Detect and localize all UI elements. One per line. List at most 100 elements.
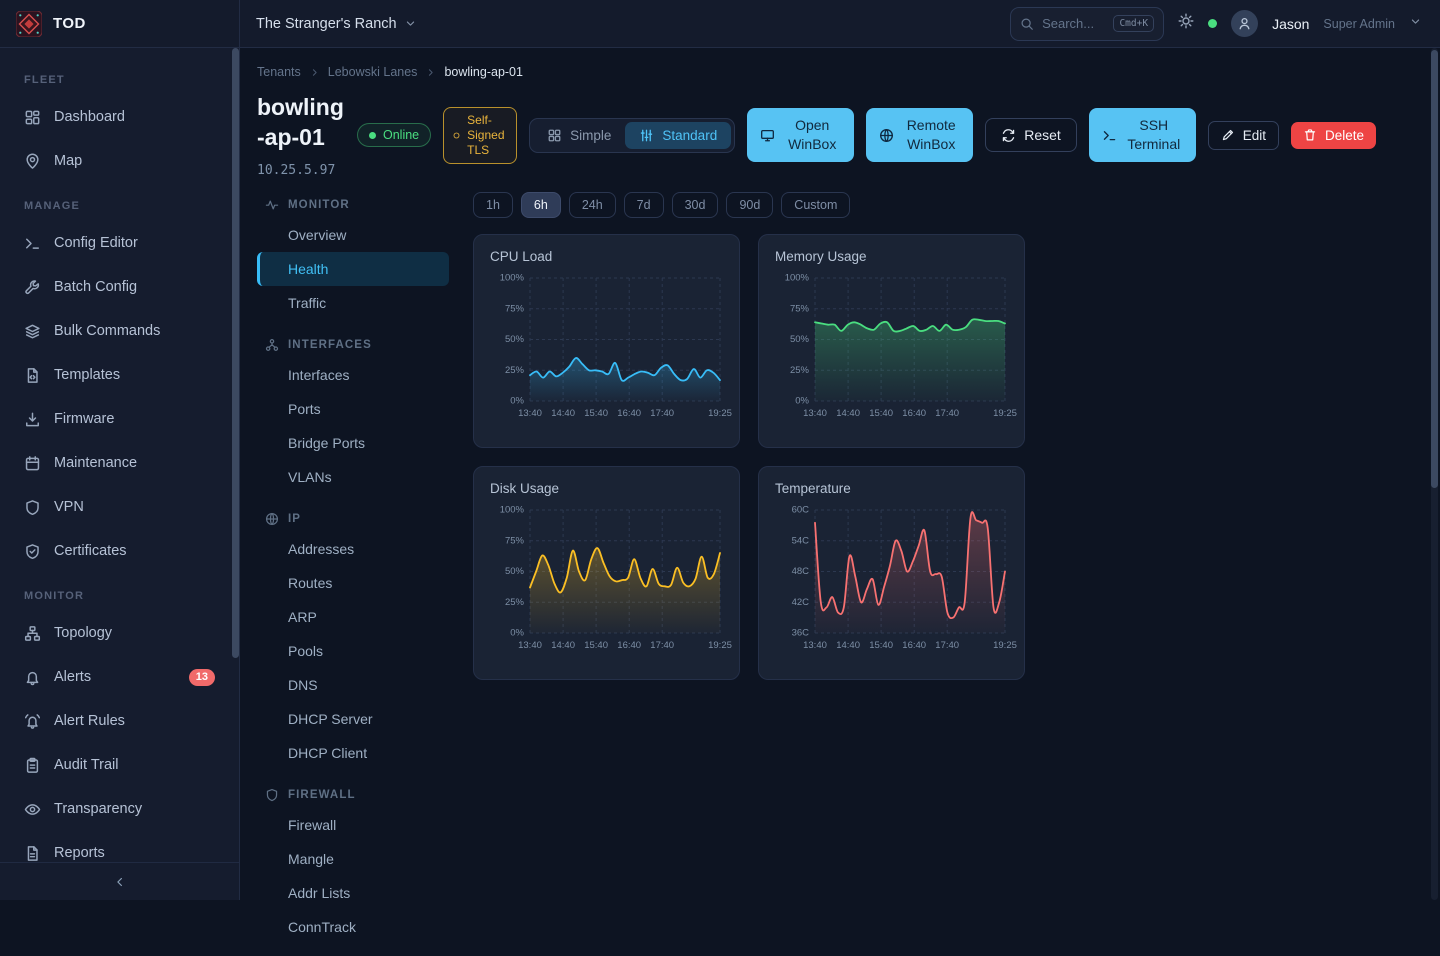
theme-toggle-button[interactable] — [1178, 13, 1194, 34]
subnav-item-health[interactable]: Health — [257, 252, 449, 286]
subnav-item-conntrack[interactable]: ConnTrack — [257, 910, 449, 944]
subnav-item-overview[interactable]: Overview — [257, 218, 449, 252]
chevron-down-icon — [1409, 15, 1422, 28]
user-menu-chevron[interactable] — [1409, 15, 1422, 33]
sidebar-item-alert-rules[interactable]: Alert Rules — [0, 699, 239, 743]
subnav-item-vlans[interactable]: VLANs — [257, 460, 449, 494]
chart-title: CPU Load — [490, 249, 723, 264]
view-mode-toggle: Simple Standard — [529, 118, 735, 153]
sidebar-item-certificates[interactable]: Certificates — [0, 529, 239, 573]
svg-text:14:40: 14:40 — [551, 640, 575, 651]
svg-text:50%: 50% — [505, 566, 525, 577]
svg-text:100%: 100% — [500, 505, 525, 516]
subnav-item-dhcp-client[interactable]: DHCP Client — [257, 736, 449, 770]
reset-button[interactable]: Reset — [985, 118, 1077, 152]
sidebar-item-label: Templates — [54, 367, 120, 383]
online-dot-icon — [369, 132, 376, 139]
device-subnav: MONITOR OverviewHealthTraffic INTERFACES… — [257, 192, 449, 956]
subnav-item-pools[interactable]: Pools — [257, 634, 449, 668]
chart-title: Memory Usage — [775, 249, 1008, 264]
sidebar-item-map[interactable]: Map — [0, 139, 239, 183]
sidebar-item-alerts[interactable]: Alerts 13 — [0, 655, 239, 699]
chart-cpu-load: 0%25%50%75%100%13:4014:4015:4016:4017:40… — [490, 272, 725, 422]
subnav-item-mangle[interactable]: Mangle — [257, 842, 449, 876]
subnav-item-firewall[interactable]: Firewall — [257, 808, 449, 842]
edit-button[interactable]: Edit — [1208, 121, 1279, 150]
main-scrollbar[interactable] — [1431, 50, 1438, 488]
view-toggle-standard[interactable]: Standard — [625, 122, 731, 149]
sidebar-scrollbar[interactable] — [232, 48, 239, 658]
svg-text:100%: 100% — [785, 273, 810, 284]
topology-icon — [24, 625, 41, 642]
sidebar-item-topology[interactable]: Topology — [0, 611, 239, 655]
layers-icon — [24, 323, 41, 340]
sidebar-section-label: MANAGE — [0, 197, 239, 215]
svg-text:19:25: 19:25 — [708, 640, 732, 651]
view-toggle-simple[interactable]: Simple — [533, 122, 625, 149]
sidebar-item-bulk-commands[interactable]: Bulk Commands — [0, 309, 239, 353]
svg-text:50%: 50% — [790, 334, 810, 345]
range-1h[interactable]: 1h — [473, 192, 513, 218]
subnav-item-dns[interactable]: DNS — [257, 668, 449, 702]
subnav-item-ports[interactable]: Ports — [257, 392, 449, 426]
subnav-item-arp[interactable]: ARP — [257, 600, 449, 634]
range-90d[interactable]: 90d — [726, 192, 773, 218]
subnav-item-addr-lists[interactable]: Addr Lists — [257, 876, 449, 910]
grid-icon — [547, 128, 562, 143]
subnav-item-routes[interactable]: Routes — [257, 566, 449, 600]
open-winbox-button[interactable]: Open WinBox — [747, 108, 854, 162]
app-logo[interactable]: TOD — [0, 0, 240, 47]
sidebar-item-label: Config Editor — [54, 235, 138, 251]
sidebar-item-vpn[interactable]: VPN — [0, 485, 239, 529]
subnav-section-label: INTERFACES — [257, 332, 449, 358]
svg-text:15:40: 15:40 — [869, 408, 893, 419]
tls-badge-label: Self-Signed TLS — [467, 113, 508, 158]
sidebar-item-label: Topology — [54, 625, 112, 641]
delete-button[interactable]: Delete — [1291, 122, 1376, 149]
range-6h[interactable]: 6h — [521, 192, 561, 218]
tls-warning-badge: Self-Signed TLS — [443, 107, 517, 164]
ssh-terminal-button[interactable]: SSH Terminal — [1089, 108, 1196, 162]
globe-icon — [879, 128, 894, 143]
user-avatar[interactable] — [1231, 10, 1258, 37]
sidebar-item-dashboard[interactable]: Dashboard — [0, 95, 239, 139]
subnav-section-interfaces: INTERFACES InterfacesPortsBridge PortsVL… — [257, 332, 449, 494]
search-input[interactable] — [1042, 16, 1105, 31]
sidebar-item-batch-config[interactable]: Batch Config — [0, 265, 239, 309]
sun-icon — [1178, 13, 1194, 29]
chevron-down-icon — [404, 17, 417, 30]
range-custom[interactable]: Custom — [781, 192, 850, 218]
svg-text:25%: 25% — [505, 597, 525, 608]
device-ip: 10.25.5.97 — [257, 163, 345, 178]
subnav-item-bridge-ports[interactable]: Bridge Ports — [257, 426, 449, 460]
chart-memory-usage: 0%25%50%75%100%13:4014:4015:4016:4017:40… — [775, 272, 1010, 422]
sidebar-collapse-button[interactable] — [0, 862, 239, 900]
sidebar-item-audit-trail[interactable]: Audit Trail — [0, 743, 239, 787]
device-header: bowling-ap-01 10.25.5.97 Online Self-Sig… — [257, 92, 1440, 178]
subnav-item-dhcp-server[interactable]: DHCP Server — [257, 702, 449, 736]
sidebar-item-transparency[interactable]: Transparency — [0, 787, 239, 831]
global-search[interactable]: Cmd+K — [1010, 7, 1164, 41]
svg-text:17:40: 17:40 — [935, 640, 959, 651]
status-badge-online: Online — [357, 123, 431, 147]
trash-icon — [1303, 128, 1317, 142]
breadcrumb-tenant[interactable]: Lebowski Lanes — [328, 65, 418, 79]
sidebar-item-maintenance[interactable]: Maintenance — [0, 441, 239, 485]
breadcrumb-tenants[interactable]: Tenants — [257, 65, 301, 79]
breadcrumb-device: bowling-ap-01 — [444, 65, 523, 79]
range-7d[interactable]: 7d — [624, 192, 664, 218]
svg-text:19:25: 19:25 — [993, 408, 1017, 419]
clipboard-icon — [24, 757, 41, 774]
range-30d[interactable]: 30d — [672, 192, 719, 218]
sidebar-item-firmware[interactable]: Firmware — [0, 397, 239, 441]
subnav-item-addresses[interactable]: Addresses — [257, 532, 449, 566]
range-24h[interactable]: 24h — [569, 192, 616, 218]
remote-winbox-button[interactable]: Remote WinBox — [866, 108, 973, 162]
svg-text:16:40: 16:40 — [902, 408, 926, 419]
subnav-item-traffic[interactable]: Traffic — [257, 286, 449, 320]
activity-icon — [265, 198, 279, 212]
tenant-switcher[interactable]: The Stranger's Ranch — [240, 16, 433, 32]
subnav-item-interfaces[interactable]: Interfaces — [257, 358, 449, 392]
sidebar-item-templates[interactable]: Templates — [0, 353, 239, 397]
sidebar-item-config-editor[interactable]: Config Editor — [0, 221, 239, 265]
